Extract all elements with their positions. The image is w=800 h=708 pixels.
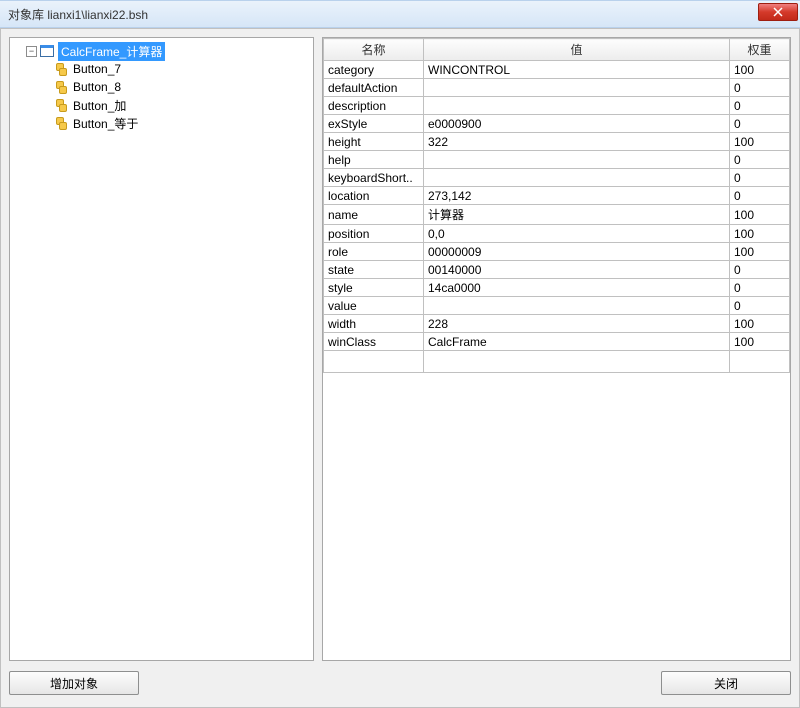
- cell-weight[interactable]: 0: [730, 97, 790, 115]
- table-row[interactable]: width228100: [324, 315, 790, 333]
- cell-weight[interactable]: 100: [730, 225, 790, 243]
- cell-name[interactable]: exStyle: [324, 115, 424, 133]
- cell-weight[interactable]: 100: [730, 333, 790, 351]
- expand-toggle-icon[interactable]: −: [26, 46, 37, 57]
- cell-weight[interactable]: 0: [730, 187, 790, 205]
- titlebar: 对象库 lianxi1\lianxi22.bsh: [0, 0, 800, 28]
- main-row: − CalcFrame_计算器 Button_7 Button_8Button_加…: [9, 37, 791, 661]
- table-row[interactable]: categoryWINCONTROL100: [324, 61, 790, 79]
- tree-child-label[interactable]: Button_等于: [70, 114, 141, 133]
- cell-value[interactable]: 0,0: [424, 225, 730, 243]
- tree-root-label[interactable]: CalcFrame_计算器: [58, 42, 165, 61]
- table-row[interactable]: style14ca00000: [324, 279, 790, 297]
- tree-child-row[interactable]: Button_8: [12, 78, 311, 96]
- cell-name[interactable]: defaultAction: [324, 79, 424, 97]
- content-area: − CalcFrame_计算器 Button_7 Button_8Button_加…: [0, 28, 800, 708]
- tree-child-row[interactable]: Button_加: [12, 96, 311, 114]
- table-row[interactable]: role00000009100: [324, 243, 790, 261]
- table-row[interactable]: value 0: [324, 297, 790, 315]
- table-row[interactable]: position0,0100: [324, 225, 790, 243]
- cell-name[interactable]: state: [324, 261, 424, 279]
- cell-value[interactable]: 计算器: [424, 205, 730, 225]
- cell-weight[interactable]: 100: [730, 205, 790, 225]
- cell-weight[interactable]: 100: [730, 133, 790, 151]
- table-header-row: 名称 值 权重: [324, 39, 790, 61]
- window-icon: [40, 45, 54, 57]
- table-row[interactable]: description 0: [324, 97, 790, 115]
- table-row[interactable]: name计算器100: [324, 205, 790, 225]
- object-icon: [54, 99, 66, 111]
- cell-weight[interactable]: 100: [730, 61, 790, 79]
- table-row[interactable]: defaultAction 0: [324, 79, 790, 97]
- cell-value[interactable]: [424, 297, 730, 315]
- cell-value[interactable]: [424, 151, 730, 169]
- tree-child-label[interactable]: Button_8: [70, 79, 124, 95]
- cell-name[interactable]: style: [324, 279, 424, 297]
- object-icon: [54, 81, 66, 93]
- tree-child-row[interactable]: Button_7: [12, 60, 311, 78]
- tree-root-row[interactable]: − CalcFrame_计算器: [12, 42, 311, 60]
- tree-child-row[interactable]: Button_等于: [12, 114, 311, 132]
- cell-value[interactable]: 00140000: [424, 261, 730, 279]
- cell-value[interactable]: [424, 169, 730, 187]
- cell-name[interactable]: width: [324, 315, 424, 333]
- tree-child-label[interactable]: Button_加: [70, 96, 129, 115]
- cell-weight[interactable]: 0: [730, 115, 790, 133]
- cell-name[interactable]: role: [324, 243, 424, 261]
- cell-value[interactable]: 273,142: [424, 187, 730, 205]
- object-icon: [54, 117, 66, 129]
- tree-child-label[interactable]: Button_7: [70, 61, 124, 77]
- properties-table[interactable]: 名称 值 权重 categoryWINCONTROL100defaultActi…: [323, 38, 790, 373]
- window-close-button[interactable]: [758, 3, 798, 21]
- cell-weight[interactable]: 0: [730, 297, 790, 315]
- table-row[interactable]: height322100: [324, 133, 790, 151]
- window-title: 对象库 lianxi1\lianxi22.bsh: [8, 6, 148, 23]
- cell-name[interactable]: keyboardShort..: [324, 169, 424, 187]
- properties-panel: 名称 值 权重 categoryWINCONTROL100defaultActi…: [322, 37, 791, 661]
- cell-name[interactable]: winClass: [324, 333, 424, 351]
- cell-weight[interactable]: 100: [730, 243, 790, 261]
- cell-value[interactable]: e0000900: [424, 115, 730, 133]
- col-header-name[interactable]: 名称: [324, 39, 424, 61]
- table-filler-row: [324, 351, 790, 373]
- cell-value[interactable]: WINCONTROL: [424, 61, 730, 79]
- table-row[interactable]: winClassCalcFrame100: [324, 333, 790, 351]
- add-object-button[interactable]: 增加对象: [9, 671, 139, 695]
- cell-weight[interactable]: 0: [730, 151, 790, 169]
- close-button[interactable]: 关闭: [661, 671, 791, 695]
- object-tree-panel[interactable]: − CalcFrame_计算器 Button_7 Button_8Button_加…: [9, 37, 314, 661]
- cell-name[interactable]: location: [324, 187, 424, 205]
- cell-name[interactable]: value: [324, 297, 424, 315]
- cell-name[interactable]: name: [324, 205, 424, 225]
- cell-name[interactable]: category: [324, 61, 424, 79]
- cell-weight[interactable]: 0: [730, 169, 790, 187]
- cell-value[interactable]: 14ca0000: [424, 279, 730, 297]
- cell-name[interactable]: height: [324, 133, 424, 151]
- object-icon: [54, 63, 66, 75]
- table-row[interactable]: keyboardShort.. 0: [324, 169, 790, 187]
- cell-value[interactable]: 322: [424, 133, 730, 151]
- button-row: 增加对象 关闭: [9, 667, 791, 699]
- cell-weight[interactable]: 0: [730, 79, 790, 97]
- cell-weight[interactable]: 0: [730, 279, 790, 297]
- cell-value[interactable]: [424, 79, 730, 97]
- cell-name[interactable]: description: [324, 97, 424, 115]
- cell-name[interactable]: position: [324, 225, 424, 243]
- close-icon: [773, 7, 783, 17]
- table-row[interactable]: help 0: [324, 151, 790, 169]
- cell-value[interactable]: CalcFrame: [424, 333, 730, 351]
- cell-value[interactable]: 00000009: [424, 243, 730, 261]
- cell-value[interactable]: 228: [424, 315, 730, 333]
- cell-weight[interactable]: 0: [730, 261, 790, 279]
- table-row[interactable]: exStylee00009000: [324, 115, 790, 133]
- cell-weight[interactable]: 100: [730, 315, 790, 333]
- cell-name[interactable]: help: [324, 151, 424, 169]
- col-header-value[interactable]: 值: [424, 39, 730, 61]
- table-row[interactable]: state001400000: [324, 261, 790, 279]
- col-header-weight[interactable]: 权重: [730, 39, 790, 61]
- cell-value[interactable]: [424, 97, 730, 115]
- table-row[interactable]: location273,1420: [324, 187, 790, 205]
